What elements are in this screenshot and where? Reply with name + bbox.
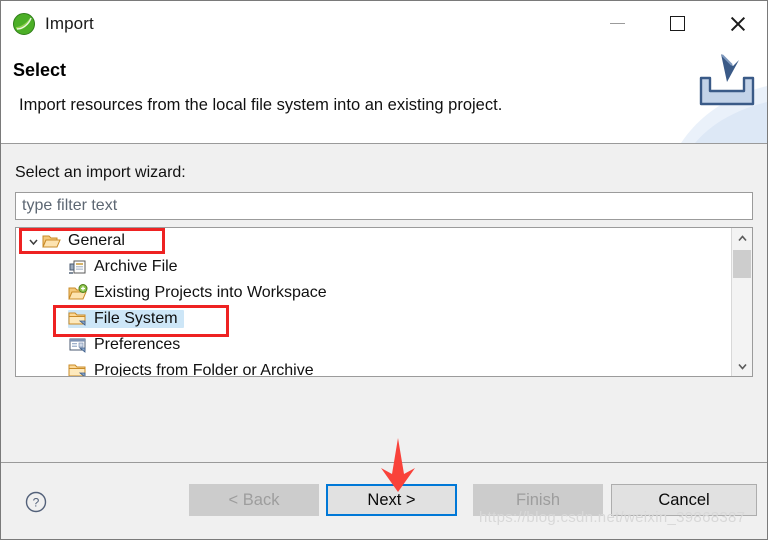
tree-item-file-system[interactable]: File System <box>16 306 731 332</box>
tree-item-label: File System <box>94 310 178 327</box>
tree-item-label: Projects from Folder or Archive <box>94 362 314 376</box>
page-description: Import resources from the local file sys… <box>19 96 503 114</box>
next-button[interactable]: Next > <box>326 484 457 516</box>
chevron-down-icon[interactable] <box>732 356 752 376</box>
tree-item-general[interactable]: General <box>16 228 731 254</box>
filter-input-wrapper[interactable] <box>15 192 753 220</box>
svg-text:?: ? <box>33 496 40 510</box>
search-input[interactable] <box>16 197 752 215</box>
wizard-tree: General Archive File Existing Projects i… <box>15 227 753 377</box>
preferences-icon <box>68 336 88 354</box>
selected-row-highlight: File System <box>68 310 184 328</box>
tree-item-label: General <box>68 232 125 249</box>
tree-item-label: Preferences <box>94 336 181 353</box>
maximize-icon <box>669 16 685 31</box>
tree-item-label: Existing Projects into Workspace <box>94 284 327 301</box>
minimize-icon <box>609 23 625 24</box>
open-folder-icon <box>42 232 62 250</box>
dialog-footer: ? < Back Next > Finish Cancel <box>1 462 767 538</box>
eclipse-icon <box>11 11 37 37</box>
tree-item-archive-file[interactable]: Archive File <box>16 254 731 280</box>
cancel-button[interactable]: Cancel <box>611 484 757 516</box>
chevron-down-icon[interactable] <box>24 236 42 247</box>
tree-item-preferences[interactable]: Preferences <box>16 332 731 358</box>
page-title: Select <box>13 60 67 80</box>
dialog-header: Select Import resources from the local f… <box>1 46 767 144</box>
folder-icon <box>68 362 88 376</box>
folder-import-icon <box>68 284 88 302</box>
tree-item-label: Archive File <box>94 258 178 275</box>
tree-item-projects-from-folder[interactable]: Projects from Folder or Archive <box>16 358 731 376</box>
archive-file-icon <box>68 258 88 276</box>
folder-icon <box>68 310 88 328</box>
title-bar: Import <box>1 1 767 46</box>
close-icon <box>728 15 746 33</box>
dialog-body: Select an import wizard: type filter tex… <box>1 144 767 462</box>
help-circle-icon[interactable]: ? <box>25 491 47 513</box>
wizard-label: Select an import wizard: <box>15 164 186 181</box>
back-button[interactable]: < Back <box>189 484 319 516</box>
finish-button[interactable]: Finish <box>473 484 603 516</box>
tree-scrollbar[interactable] <box>731 228 752 376</box>
tree-rows: General Archive File Existing Projects i… <box>16 228 731 376</box>
minimize-button[interactable] <box>587 1 647 46</box>
window-controls <box>587 1 767 46</box>
import-tray-icon <box>681 46 767 143</box>
scrollbar-thumb[interactable] <box>733 250 751 278</box>
maximize-button[interactable] <box>647 1 707 46</box>
import-dialog: Import Select Import resources from the … <box>0 0 768 540</box>
close-button[interactable] <box>707 1 767 46</box>
chevron-up-icon[interactable] <box>732 228 752 248</box>
window-title: Import <box>45 13 94 33</box>
tree-item-existing-projects[interactable]: Existing Projects into Workspace <box>16 280 731 306</box>
